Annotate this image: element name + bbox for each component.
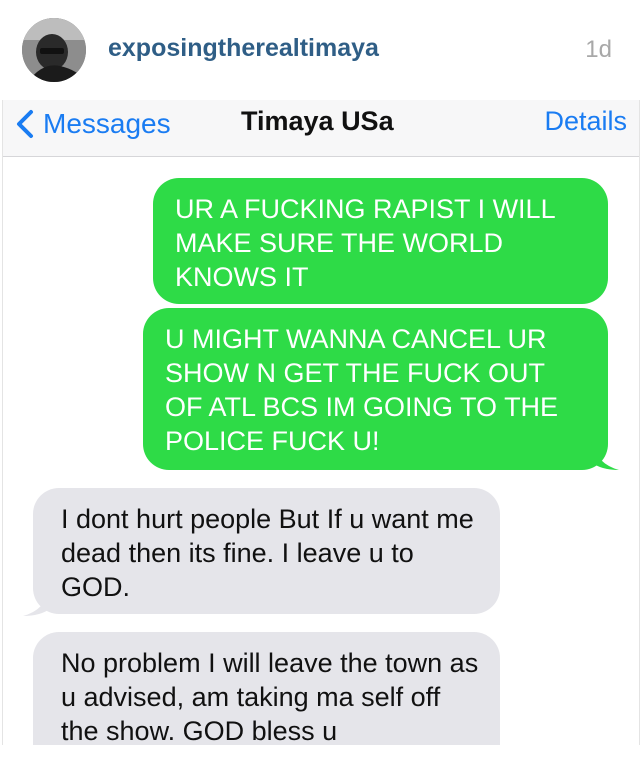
bubble-tail-sent [591,442,619,470]
back-button[interactable]: Messages [15,104,171,144]
message-bubble-sent[interactable]: UR A FUCKING RAPIST I WILL MAKE SURE THE… [153,178,608,304]
avatar-photo-icon [22,18,86,82]
message-bubble-received[interactable]: I dont hurt people But If u want me dead… [33,488,500,614]
post-header: exposingtherealtimaya 1d [0,0,640,100]
post-age: 1d [585,36,612,63]
chevron-left-icon [17,110,33,138]
conversation-title: Timaya USa [241,106,394,136]
back-label: Messages [43,108,171,139]
details-button[interactable]: Details [544,106,627,137]
avatar[interactable] [22,18,86,82]
message-bubble-received[interactable]: No problem I will leave the town as u ad… [33,632,500,745]
screenshot-image: Messages Timaya USa Details UR A FUCKING… [2,100,640,745]
timestamp-cropped [253,152,403,160]
message-bubble-sent[interactable]: U MIGHT WANNA CANCEL UR SHOW N GET THE F… [143,308,608,470]
messages-navbar: Messages Timaya USa Details [3,100,639,157]
bubble-tail-received [23,588,51,616]
post-username[interactable]: exposingtherealtimaya [108,34,379,63]
